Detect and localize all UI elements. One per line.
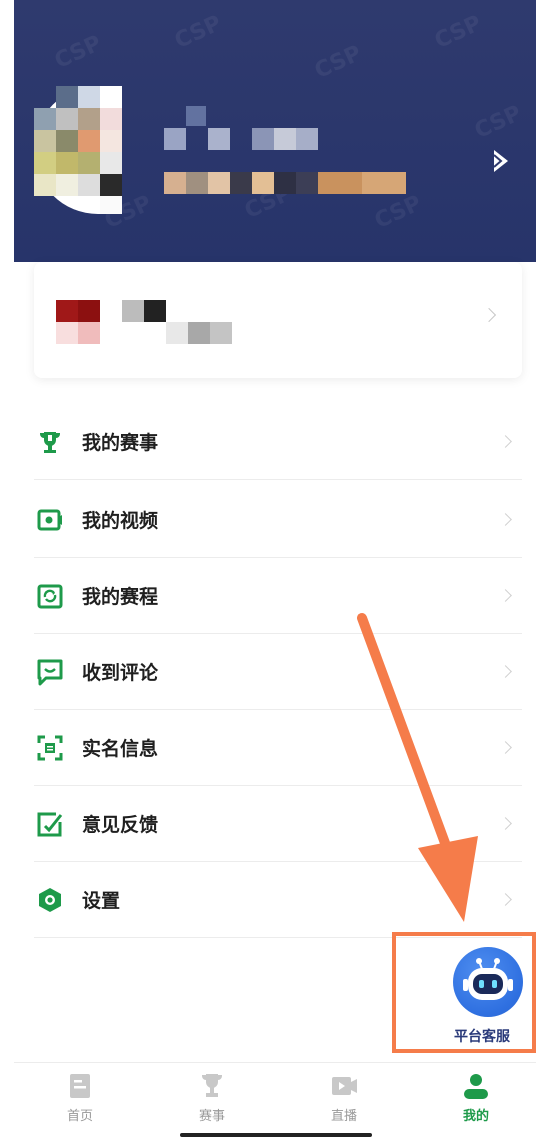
- chevron-right-icon: [499, 589, 512, 602]
- chevron-right-icon: [499, 513, 512, 526]
- trophy-icon: [202, 1074, 222, 1097]
- menu-item-my-videos[interactable]: 我的视频: [34, 482, 522, 558]
- annotation-arrow: [357, 613, 478, 922]
- chevron-right-icon: [499, 665, 512, 678]
- video-icon: [37, 509, 62, 530]
- feedback-icon: [37, 812, 63, 836]
- header-watermark: CSP: [370, 190, 426, 235]
- avatar[interactable]: [34, 86, 122, 214]
- home-icon: [70, 1074, 90, 1098]
- header-watermark: CSP: [430, 10, 486, 55]
- robot-icon: [463, 958, 513, 1000]
- header-watermark: CSP: [470, 100, 526, 145]
- chevron-right-icon: [499, 741, 512, 754]
- tab-label: 赛事: [198, 1109, 225, 1124]
- tab-me[interactable]: 我的: [436, 1071, 516, 1131]
- chevron-right-icon: [499, 893, 512, 906]
- user-icon: [464, 1074, 488, 1099]
- tab-label: 我的: [462, 1109, 489, 1124]
- tab-label: 直播: [330, 1109, 357, 1124]
- account-card[interactable]: [34, 262, 522, 378]
- header-watermark: CSP: [310, 40, 366, 85]
- customer-service-button[interactable]: [453, 947, 523, 1017]
- id-card-icon: [37, 735, 63, 760]
- customer-service-highlight: 平台客服: [392, 932, 536, 1053]
- profile-header: CSP CSP CSP CSP CSP CSP CSP CSP: [14, 0, 536, 262]
- tab-matches[interactable]: 赛事: [172, 1071, 252, 1131]
- menu-item-label: 我的赛程: [82, 586, 159, 608]
- chevron-right-icon: [481, 307, 497, 323]
- menu-item-label: 我的视频: [82, 510, 159, 532]
- settings-icon: [39, 887, 61, 912]
- tab-label: 首页: [66, 1109, 93, 1124]
- arrow-right-icon[interactable]: [490, 148, 512, 174]
- header-watermark: CSP: [170, 10, 226, 55]
- chevron-right-icon: [499, 435, 512, 448]
- menu-item-label: 设置: [82, 890, 121, 912]
- bottom-tab-bar: 首页 赛事 直播 我的: [14, 1062, 536, 1138]
- trophy-icon: [40, 431, 60, 453]
- schedule-icon: [37, 584, 63, 608]
- customer-service-label[interactable]: 平台客服: [454, 1026, 510, 1046]
- tab-home[interactable]: 首页: [40, 1071, 120, 1131]
- chevron-right-icon: [499, 817, 512, 830]
- tab-live[interactable]: 直播: [304, 1071, 384, 1131]
- menu-item-label: 意见反馈: [82, 814, 159, 836]
- live-video-icon: [332, 1077, 357, 1095]
- menu-item-label: 实名信息: [82, 738, 159, 760]
- comment-icon: [37, 659, 63, 685]
- header-watermark: CSP: [50, 30, 106, 75]
- home-indicator: [180, 1133, 372, 1137]
- menu-item-label: 我的赛事: [82, 432, 159, 454]
- menu-item-label: 收到评论: [82, 662, 159, 684]
- menu-item-my-matches[interactable]: 我的赛事: [34, 404, 522, 480]
